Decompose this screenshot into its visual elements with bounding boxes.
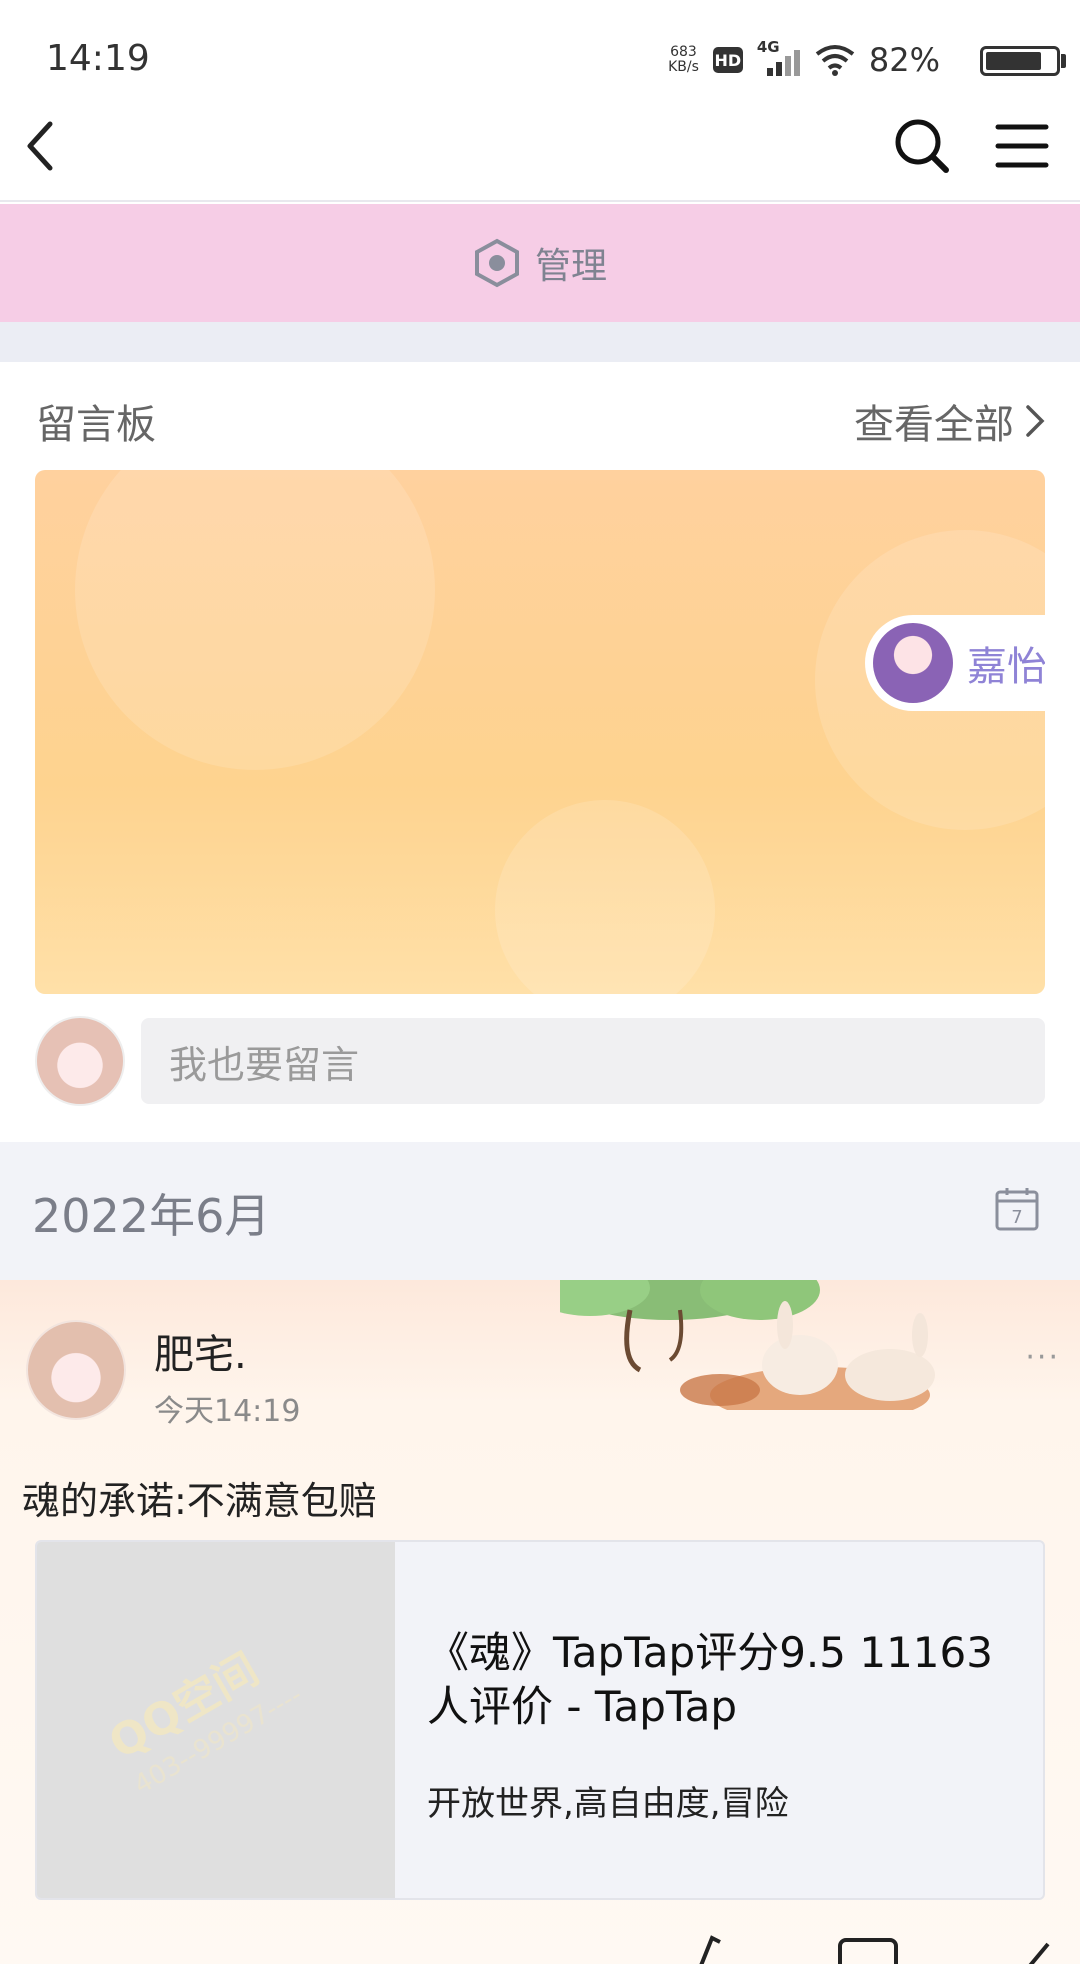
- post-timestamp: 今天14:19: [154, 1394, 301, 1429]
- post-text: 魂的承诺:不满意包赔: [22, 1479, 377, 1523]
- chevron-right-icon: [1026, 405, 1045, 437]
- nav-bar: [0, 100, 1080, 202]
- search-icon: [895, 119, 949, 173]
- message-board-canvas: 嘉怡: [35, 470, 1045, 994]
- comment-row: 我也要留言: [35, 1016, 1045, 1106]
- watermark: QQ空间 403--99997----: [95, 1621, 308, 1801]
- menu-icon: [995, 124, 1049, 168]
- message-board: 留言板 查看全部 嘉怡 我也要留言: [0, 362, 1080, 1142]
- visitor-avatar: [873, 623, 953, 703]
- signal-icon: 4G: [757, 38, 801, 78]
- search-button[interactable]: [882, 106, 962, 186]
- bubble-decoration: [495, 800, 715, 994]
- link-title: 《魂》TapTap评分9.5 11163人评价 - TapTap: [427, 1628, 993, 1731]
- status-time: 14:19: [46, 38, 150, 79]
- message-board-title: 留言板: [36, 402, 156, 448]
- bubble-decoration: [75, 470, 435, 770]
- avatar[interactable]: [35, 1016, 125, 1106]
- feed-post: 肥宅. 今天14:19 ··· 魂的承诺:不满意包赔 QQ空间 403--999…: [0, 1280, 1080, 1964]
- calendar-icon[interactable]: 7: [994, 1186, 1040, 1232]
- shared-link-card[interactable]: QQ空间 403--99997---- 《魂》TapTap评分9.5 11163…: [35, 1540, 1045, 1900]
- link-description: 开放世界,高自由度,冒险: [427, 1784, 789, 1824]
- visitor-chip[interactable]: 嘉怡: [865, 615, 1045, 711]
- battery-level: [986, 52, 1041, 70]
- battery-cap: [1061, 54, 1066, 68]
- back-button[interactable]: [0, 106, 80, 186]
- month-header: 2022年6月 7: [0, 1142, 1080, 1280]
- link-thumbnail: QQ空间 403--99997----: [37, 1542, 395, 1898]
- svg-text:7: 7: [1011, 1207, 1022, 1228]
- comment-input[interactable]: 我也要留言: [141, 1018, 1045, 1104]
- status-indicators: 683 KB/s HD 4G 82%: [668, 38, 940, 80]
- post-action-icons[interactable]: [0, 1928, 1080, 1964]
- network-speed: 683 KB/s: [668, 44, 699, 75]
- rabbit-decoration: [560, 1280, 935, 1410]
- view-all-link[interactable]: 查看全部: [854, 392, 1046, 450]
- visitor-name: 嘉怡: [967, 644, 1045, 690]
- menu-button[interactable]: [982, 106, 1062, 186]
- wifi-icon: [815, 44, 855, 76]
- section-divider: [0, 322, 1080, 362]
- status-bar: 14:19 683 KB/s HD 4G 82%: [0, 0, 1080, 100]
- hexagon-settings-icon: [474, 238, 519, 288]
- hd-badge: HD: [712, 47, 743, 73]
- post-author[interactable]: 肥宅.: [154, 1322, 247, 1380]
- month-label: 2022年6月: [32, 1189, 271, 1243]
- more-options-button[interactable]: ···: [1025, 1340, 1060, 1375]
- battery-icon: [980, 46, 1060, 76]
- manage-button[interactable]: 管理: [0, 204, 1080, 322]
- manage-label: 管理: [534, 246, 607, 287]
- chevron-left-icon: [27, 121, 53, 171]
- view-all-label: 查看全部: [854, 402, 1014, 448]
- battery-percent: 82%: [868, 41, 940, 79]
- post-author-avatar[interactable]: [26, 1320, 126, 1420]
